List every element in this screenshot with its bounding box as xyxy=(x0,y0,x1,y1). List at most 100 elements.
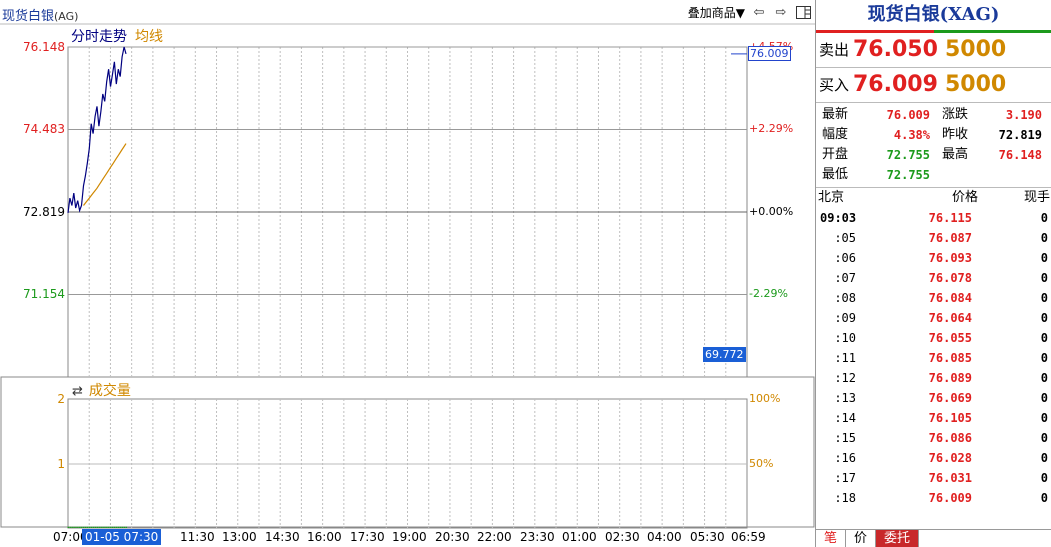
instrument-code: (AG) xyxy=(54,10,79,23)
tick-price: 76.086 xyxy=(928,431,972,445)
ask-row[interactable]: 卖出 76.050 5000 xyxy=(816,33,1051,68)
stat-value: 76.148 xyxy=(998,148,1042,162)
tick-price: 76.115 xyxy=(928,211,972,225)
current-price-marker: 76.009 xyxy=(748,46,791,61)
volume-bar xyxy=(111,526,114,528)
volume-bar xyxy=(110,526,112,528)
bid-row[interactable]: 买入 76.009 5000 xyxy=(816,68,1051,103)
tick-price: 76.087 xyxy=(928,231,972,245)
volume-bar xyxy=(106,526,108,528)
stat-key: 最高 xyxy=(942,147,969,162)
volume-bar xyxy=(104,526,106,528)
chart-canvas[interactable] xyxy=(0,0,815,547)
tick-header: 北京 价格 现手 xyxy=(816,188,1051,208)
volume-bar xyxy=(84,526,87,528)
volume-bar xyxy=(67,526,69,528)
tick-volume: 0 xyxy=(1040,231,1048,245)
x-axis-label: 17:30 xyxy=(350,530,385,544)
volume-bar xyxy=(71,526,73,528)
arrow-right-icon[interactable]: ⇨ xyxy=(773,5,789,20)
volume-bar xyxy=(75,526,77,528)
tick-volume: 0 xyxy=(1040,471,1048,485)
volume-bar xyxy=(102,526,104,528)
arrow-left-icon[interactable]: ⇦ xyxy=(751,5,767,20)
y-left-label: 71.154 xyxy=(23,287,65,301)
x-axis-label: 06:59 xyxy=(731,530,766,544)
tick-volume: 0 xyxy=(1040,311,1048,325)
tick-time: :07 xyxy=(834,271,856,285)
volume-bar xyxy=(125,526,127,528)
x-axis-cursor-label: 01-05 07:30 xyxy=(82,529,162,545)
ask-volume: 5000 xyxy=(945,37,1007,62)
volume-bar xyxy=(96,526,98,528)
volume-bar xyxy=(73,526,75,528)
volume-bar xyxy=(113,526,116,528)
tick-volume: 0 xyxy=(1040,411,1048,425)
tick-price: 76.084 xyxy=(928,291,972,305)
tick-row: :18 76.009 0 xyxy=(816,488,1051,508)
x-axis-label: 05:30 xyxy=(690,530,725,544)
tick-time: :05 xyxy=(834,231,856,245)
tick-row: :10 76.055 0 xyxy=(816,328,1051,348)
x-axis-label: 20:30 xyxy=(435,530,470,544)
tick-time: :06 xyxy=(834,251,856,265)
window-layout-icon[interactable] xyxy=(795,5,811,20)
tick-volume: 0 xyxy=(1040,391,1048,405)
tick-header-price: 价格 xyxy=(951,190,978,205)
vol-y-left-label: 2 xyxy=(57,392,65,406)
tick-row: :06 76.093 0 xyxy=(816,248,1051,268)
volume-bar xyxy=(88,526,91,528)
x-axis-label: 01:00 xyxy=(562,530,597,544)
tick-list[interactable]: 09:03 76.115 0:05 76.087 0:06 76.093 0:07 76.07… xyxy=(816,208,1051,508)
instrument-title: 现货白银(AG) xyxy=(2,5,78,24)
tick-price: 76.085 xyxy=(928,351,972,365)
stat-value: 76.009 xyxy=(886,108,930,122)
window-layout-glyph xyxy=(795,5,811,19)
y-right-label: +0.00% xyxy=(749,205,794,218)
quote-stats: 最新 76.009 涨跌 3.190 幅度 4.38% 昨收 72.819 开盘 72.755 最高… xyxy=(816,103,1051,188)
stat-value xyxy=(982,165,1042,185)
volume-bar xyxy=(82,526,85,528)
y-left-label: 76.148 xyxy=(23,40,65,54)
volume-bar xyxy=(94,526,97,528)
overlay-button[interactable]: 叠加商品▼ xyxy=(688,4,745,21)
overlay-label: 叠加商品 xyxy=(687,6,736,20)
stat-row: 幅度 4.38% 昨收 72.819 xyxy=(816,125,1051,145)
volume-bar xyxy=(117,526,120,528)
volume-bar xyxy=(69,526,71,528)
tick-volume: 0 xyxy=(1040,371,1048,385)
volume-bar xyxy=(77,526,79,528)
stat-row: 最新 76.009 涨跌 3.190 xyxy=(816,105,1051,125)
y-left-label: 74.483 xyxy=(23,122,65,136)
volume-bar xyxy=(108,526,110,528)
x-axis-label: 14:30 xyxy=(265,530,300,544)
x-axis-label: 23:30 xyxy=(520,530,555,544)
tick-volume: 0 xyxy=(1040,331,1048,345)
tick-header-time: 北京 xyxy=(818,190,845,205)
tab-ticks[interactable]: 笔 xyxy=(816,530,847,547)
stat-key: 昨收 xyxy=(942,127,969,142)
x-axis-label: 02:30 xyxy=(605,530,640,544)
tab-price[interactable]: 价 xyxy=(846,530,877,547)
x-axis-label: 16:00 xyxy=(307,530,342,544)
volume-bar xyxy=(98,526,100,528)
stat-key: 涨跌 xyxy=(942,107,969,122)
legend-price-line: 分时走势 xyxy=(71,29,127,45)
tab-orders[interactable]: 委托 xyxy=(876,530,920,547)
tick-row: :13 76.069 0 xyxy=(816,388,1051,408)
swap-arrows-icon[interactable]: ⇄ xyxy=(72,384,83,399)
ask-price: 76.050 xyxy=(853,37,938,62)
tick-row: :14 76.105 0 xyxy=(816,408,1051,428)
tick-row: :15 76.086 0 xyxy=(816,428,1051,448)
volume-bar xyxy=(119,526,122,528)
volume-bar xyxy=(100,526,102,528)
tick-row: :11 76.085 0 xyxy=(816,348,1051,368)
tick-time: :15 xyxy=(834,431,856,445)
tick-price: 76.078 xyxy=(928,271,972,285)
dropdown-arrow-icon: ▼ xyxy=(735,6,745,20)
tick-row: :17 76.031 0 xyxy=(816,468,1051,488)
tick-price: 76.064 xyxy=(928,311,972,325)
tick-price: 76.089 xyxy=(928,371,972,385)
stat-value: 3.190 xyxy=(1005,108,1042,122)
tick-row: :07 76.078 0 xyxy=(816,268,1051,288)
